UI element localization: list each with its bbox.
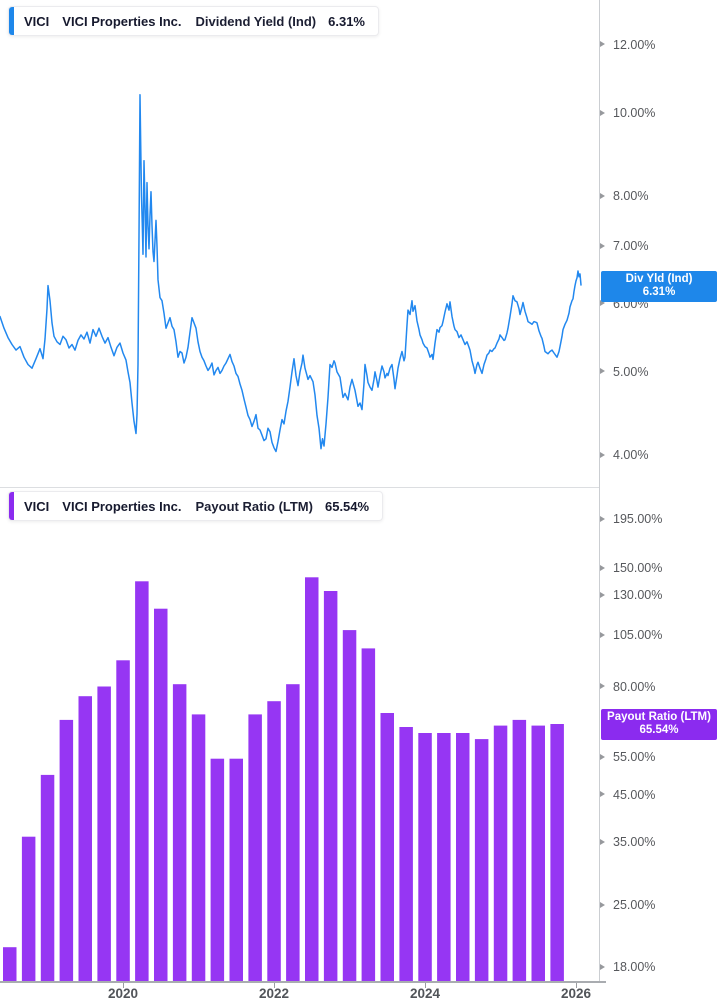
payout-ratio-bar[interactable] bbox=[21, 836, 36, 981]
y-axis-tick-label: 55.00% bbox=[613, 750, 656, 764]
metric-value: 65.54% bbox=[324, 498, 370, 514]
payout-ratio-bar[interactable] bbox=[399, 727, 413, 981]
y-axis-tick-label: 7.00% bbox=[613, 239, 649, 254]
payout-ratio-bar[interactable] bbox=[97, 686, 111, 982]
payout-ratio-bar[interactable] bbox=[361, 648, 376, 981]
y-axis-tick-arrow bbox=[600, 591, 605, 598]
y-axis-tick-arrow bbox=[600, 683, 605, 690]
payout-ratio-bar[interactable] bbox=[172, 684, 187, 981]
right-axis-line bbox=[599, 0, 600, 983]
y-axis-tick-label: 12.00% bbox=[613, 37, 656, 52]
payout-ratio-bar[interactable] bbox=[267, 701, 281, 981]
metric-value: 6.31% bbox=[328, 13, 365, 29]
metric-name: Dividend Yield (Ind) bbox=[195, 13, 317, 29]
payout-ratio-bar[interactable] bbox=[3, 947, 17, 981]
y-axis-tick-label: 8.00% bbox=[613, 189, 649, 204]
ticker-symbol: VICI bbox=[24, 13, 50, 29]
payout-ratio-bar[interactable] bbox=[305, 577, 319, 981]
y-axis-tick-label: 105.00% bbox=[613, 628, 663, 643]
payout-ratio-bar[interactable] bbox=[248, 714, 262, 981]
company-name: VICI Properties Inc. bbox=[62, 498, 182, 514]
payout-ratio-bar[interactable] bbox=[210, 758, 225, 981]
y-axis-tick-label: 25.00% bbox=[613, 898, 656, 913]
y-axis-tick-arrow bbox=[600, 242, 605, 249]
dividend-yield-legend-chip[interactable]: VICI VICI Properties Inc. Dividend Yield… bbox=[8, 6, 379, 36]
y-axis-tick-arrow bbox=[600, 963, 605, 970]
y-axis-tick-arrow bbox=[600, 41, 605, 48]
payout-ratio-bar[interactable] bbox=[380, 713, 395, 981]
panel-divider bbox=[0, 487, 600, 488]
y-axis-tick-arrow bbox=[600, 368, 605, 375]
x-axis-year-label: 2020 bbox=[107, 986, 139, 1001]
payout-ratio-bar[interactable] bbox=[456, 733, 470, 981]
payout-ratio-bar[interactable] bbox=[323, 591, 338, 981]
y-axis-tick-arrow bbox=[600, 451, 605, 458]
payout-ratio-last-value-badge[interactable]: Payout Ratio (LTM) 65.54% bbox=[601, 709, 717, 741]
payout-ratio-bar[interactable] bbox=[154, 608, 168, 981]
y-axis-tick-arrow bbox=[600, 515, 605, 522]
y-axis-tick-label: 195.00% bbox=[613, 512, 663, 526]
payout-ratio-bar[interactable] bbox=[418, 733, 432, 981]
payout-ratio-legend-chip[interactable]: VICI VICI Properties Inc. Payout Ratio (… bbox=[8, 491, 384, 521]
y-axis-tick-arrow bbox=[600, 564, 605, 571]
x-axis-line bbox=[0, 981, 606, 983]
payout-ratio-color-swatch bbox=[9, 492, 14, 520]
payout-ratio-bar[interactable] bbox=[78, 696, 93, 981]
payout-ratio-bar[interactable] bbox=[512, 719, 527, 981]
payout-ratio-bar[interactable] bbox=[342, 630, 357, 981]
payout-ratio-bar[interactable] bbox=[550, 724, 564, 981]
payout-ratio-bar[interactable] bbox=[286, 684, 300, 981]
badge-value: 65.54% bbox=[639, 724, 679, 737]
y-axis-tick-arrow bbox=[600, 192, 605, 199]
payout-ratio-bar[interactable] bbox=[531, 725, 546, 981]
y-axis-tick-arrow bbox=[600, 838, 605, 845]
y-axis-tick-label: 45.00% bbox=[613, 787, 656, 802]
payout-ratio-bar[interactable] bbox=[229, 758, 244, 981]
y-axis-tick-label: 35.00% bbox=[613, 835, 656, 849]
y-axis-tick-label: 130.00% bbox=[613, 588, 663, 603]
badge-label: Div Yld (Ind) bbox=[625, 272, 693, 285]
ticker-symbol: VICI bbox=[24, 498, 50, 514]
y-axis-tick-label: 4.00% bbox=[613, 448, 649, 463]
y-axis-tick-label: 80.00% bbox=[613, 679, 656, 694]
y-axis-tick-arrow bbox=[600, 753, 605, 760]
x-axis-year-label: 2026 bbox=[560, 986, 592, 1001]
x-axis-year-label: 2024 bbox=[409, 986, 441, 1001]
y-axis-tick-arrow bbox=[600, 109, 605, 116]
payout-ratio-bar[interactable] bbox=[135, 581, 149, 981]
chart-canvas: 12.00% 10.00% 8.00% 7.00% 6.00% 5.00% 4.00% 19… bbox=[0, 0, 717, 1005]
y-axis-tick-label: 18.00% bbox=[613, 960, 656, 975]
dividend-yield-line[interactable] bbox=[0, 94, 582, 453]
payout-ratio-bar[interactable] bbox=[59, 719, 74, 981]
y-axis-tick-arrow bbox=[600, 901, 605, 908]
y-axis-tick-label: 150.00% bbox=[613, 561, 663, 576]
metric-name: Payout Ratio (LTM) bbox=[195, 498, 313, 514]
payout-ratio-bar[interactable] bbox=[40, 774, 55, 981]
payout-ratio-bar[interactable] bbox=[493, 725, 508, 981]
y-axis-tick-label: 10.00% bbox=[613, 106, 656, 120]
x-axis-year-label: 2022 bbox=[258, 986, 290, 1001]
company-name: VICI Properties Inc. bbox=[62, 13, 182, 29]
y-axis-tick-arrow bbox=[600, 791, 605, 798]
dividend-yield-last-value-badge[interactable]: Div Yld (Ind) 6.31% bbox=[601, 270, 717, 302]
badge-label: Payout Ratio (LTM) bbox=[607, 711, 711, 724]
payout-ratio-bar[interactable] bbox=[474, 739, 489, 981]
dividend-yield-color-swatch bbox=[9, 7, 14, 35]
badge-value: 6.31% bbox=[642, 285, 676, 298]
y-axis-tick-arrow bbox=[600, 631, 605, 638]
payout-ratio-bar[interactable] bbox=[191, 714, 206, 981]
y-axis-tick-label: 5.00% bbox=[613, 364, 649, 379]
payout-ratio-bar[interactable] bbox=[116, 660, 130, 981]
payout-ratio-bar[interactable] bbox=[437, 733, 451, 981]
